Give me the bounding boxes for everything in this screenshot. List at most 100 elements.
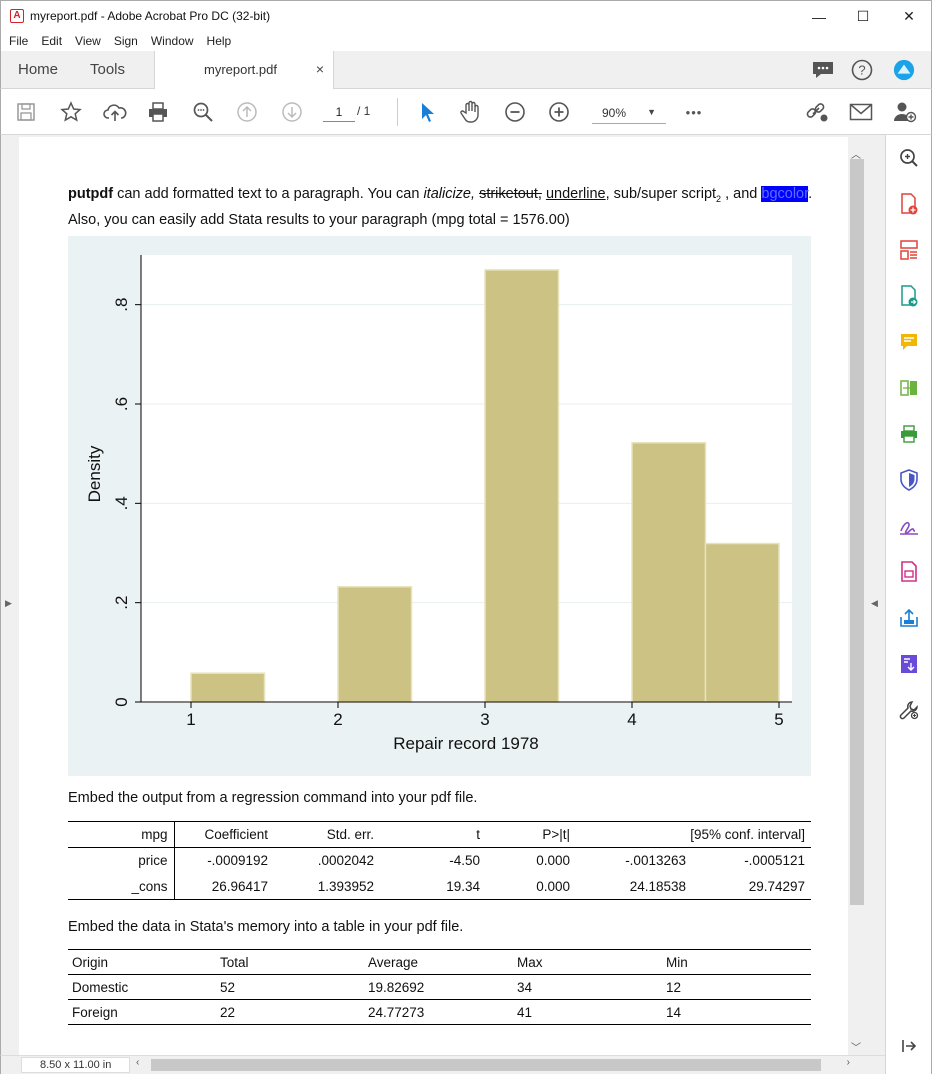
upload-cloud-icon[interactable] [101, 98, 129, 126]
col-header: mpg [68, 821, 175, 848]
protect-shield-icon[interactable] [898, 469, 920, 491]
edit-pdf-icon[interactable] [898, 561, 920, 583]
more-tools-button[interactable]: ••• [680, 98, 708, 126]
fill-sign-icon[interactable] [898, 515, 920, 537]
x-tick-label: 3 [480, 710, 489, 729]
table-cell: price [68, 847, 175, 874]
table-cell: 26.96417 [211, 878, 268, 894]
para-text-4: , sub/super script [605, 186, 717, 202]
close-window-button[interactable]: ✕ [886, 1, 932, 32]
toolbar: 1 / 1 90% ▼ ••• [0, 89, 932, 135]
vertical-scroll-thumb[interactable] [850, 159, 864, 905]
regression-table: mpg Coefficient Std. err. t P>|t| [95% c… [68, 821, 811, 900]
account-avatar-icon[interactable] [893, 59, 915, 81]
select-cursor-icon[interactable] [413, 98, 441, 126]
y-tick-label: .4 [112, 496, 131, 510]
table-cell: -.0013263 [625, 853, 686, 869]
email-icon[interactable] [847, 98, 875, 126]
col-header: Max [513, 949, 662, 975]
scroll-left-icon[interactable]: ‹ [136, 1057, 139, 1068]
star-bookmark-icon[interactable] [57, 98, 85, 126]
x-tick-label: 2 [333, 710, 342, 729]
page-number-input[interactable]: 1 [323, 102, 355, 122]
zoom-out-icon[interactable] [501, 98, 529, 126]
menu-sign[interactable]: Sign [114, 34, 138, 48]
histogram-bar [190, 672, 266, 703]
table-cell: 52 [216, 974, 364, 1000]
print-production-icon[interactable] [898, 423, 920, 445]
y-axis-ticks: 0 .2 .4 .6 .8 [112, 298, 141, 707]
regression-caption: Embed the output from a regression comma… [68, 790, 478, 806]
vertical-scrollbar[interactable]: ︿ ﹀ [848, 137, 866, 1055]
maximize-button[interactable]: ☐ [840, 1, 886, 32]
tab-close-button[interactable]: × [316, 61, 324, 77]
underline-text: underline [545, 186, 606, 202]
zoom-level-value: 90% [602, 106, 627, 120]
table-cell: Foreign [68, 999, 216, 1025]
next-page-icon[interactable] [278, 98, 306, 126]
organize-pages-icon[interactable] [898, 239, 920, 261]
para-text-1: can add formatted text to a paragraph. Y… [113, 186, 424, 202]
save-icon[interactable] [12, 98, 40, 126]
menu-file[interactable]: File [9, 34, 28, 48]
scroll-right-icon[interactable]: › [847, 1057, 850, 1068]
tab-document-label: myreport.pdf [204, 62, 277, 77]
horizontal-scroll-thumb[interactable] [151, 1059, 821, 1071]
scan-ocr-icon[interactable] [898, 653, 920, 675]
tab-tools[interactable]: Tools [90, 61, 125, 78]
compare-files-icon[interactable] [898, 377, 920, 399]
comment-icon[interactable] [898, 331, 920, 353]
col-header: t [476, 827, 480, 842]
histogram-bar [631, 441, 707, 703]
comment-bubble-icon[interactable] [812, 59, 834, 81]
share-link-icon[interactable] [803, 98, 831, 126]
strikeout-text: striketout, [479, 186, 542, 202]
para-text-5: , and [721, 186, 762, 202]
collapse-pane-icon[interactable] [898, 1035, 920, 1057]
help-icon[interactable]: ? [851, 59, 873, 81]
col-header: Coefficient [204, 827, 268, 842]
x-tick-label: 1 [186, 710, 195, 729]
svg-text:?: ? [858, 63, 865, 78]
right-panel-toggle-icon[interactable]: ◀ [871, 598, 878, 609]
menu-bar: File Edit View Sign Window Help [0, 31, 932, 51]
hand-tool-icon[interactable] [457, 98, 485, 126]
bgcolor-text: bgcolor [761, 186, 809, 202]
table-row: _cons 26.96417 1.393952 19.34 0.000 24.1… [68, 873, 811, 900]
export-pdf-icon[interactable] [898, 285, 920, 307]
horizontal-scrollbar[interactable]: ‹ › [134, 1057, 850, 1072]
left-panel-toggle-icon[interactable]: ▶ [5, 598, 12, 609]
tab-document[interactable]: myreport.pdf × [154, 51, 334, 89]
zoom-search-icon[interactable] [189, 98, 217, 126]
table-cell: 29.74297 [748, 878, 805, 894]
title-bar: A myreport.pdf - Adobe Acrobat Pro DC (3… [0, 0, 932, 31]
x-tick-label: 4 [627, 710, 636, 729]
acrobat-app-icon: A [10, 9, 24, 23]
zoom-in-icon[interactable] [545, 98, 573, 126]
y-tick-label: .2 [112, 596, 131, 610]
menu-window[interactable]: Window [151, 34, 194, 48]
x-axis-ticks: 1 2 3 4 5 [186, 702, 784, 729]
data-table: Origin Total Average Max Min Domestic 52… [68, 949, 811, 1025]
minimize-button[interactable]: — [796, 1, 842, 32]
previous-page-icon[interactable] [233, 98, 261, 126]
formatted-paragraph: putpdf can add formatted text to a parag… [68, 184, 818, 231]
menu-view[interactable]: View [75, 34, 101, 48]
tab-home[interactable]: Home [18, 61, 58, 78]
col-header: Average [364, 949, 513, 975]
zoom-level-dropdown[interactable]: 90% ▼ [592, 102, 666, 124]
share-upload-icon[interactable] [898, 607, 920, 629]
menu-edit[interactable]: Edit [41, 34, 62, 48]
table-cell: 0.000 [536, 853, 570, 869]
table-cell: .0002042 [317, 853, 374, 869]
add-user-icon[interactable] [891, 98, 919, 126]
scroll-down-icon[interactable]: ﹀ [851, 1039, 861, 1054]
chevron-down-icon: ▼ [647, 107, 656, 117]
zoom-search-icon[interactable] [898, 147, 920, 169]
more-tools-wrench-icon[interactable] [898, 699, 920, 721]
menu-help[interactable]: Help [207, 34, 232, 48]
create-pdf-icon[interactable] [898, 193, 920, 215]
print-icon[interactable] [144, 98, 172, 126]
table-cell: 22 [216, 999, 364, 1025]
table-cell: 24.18538 [629, 878, 686, 894]
